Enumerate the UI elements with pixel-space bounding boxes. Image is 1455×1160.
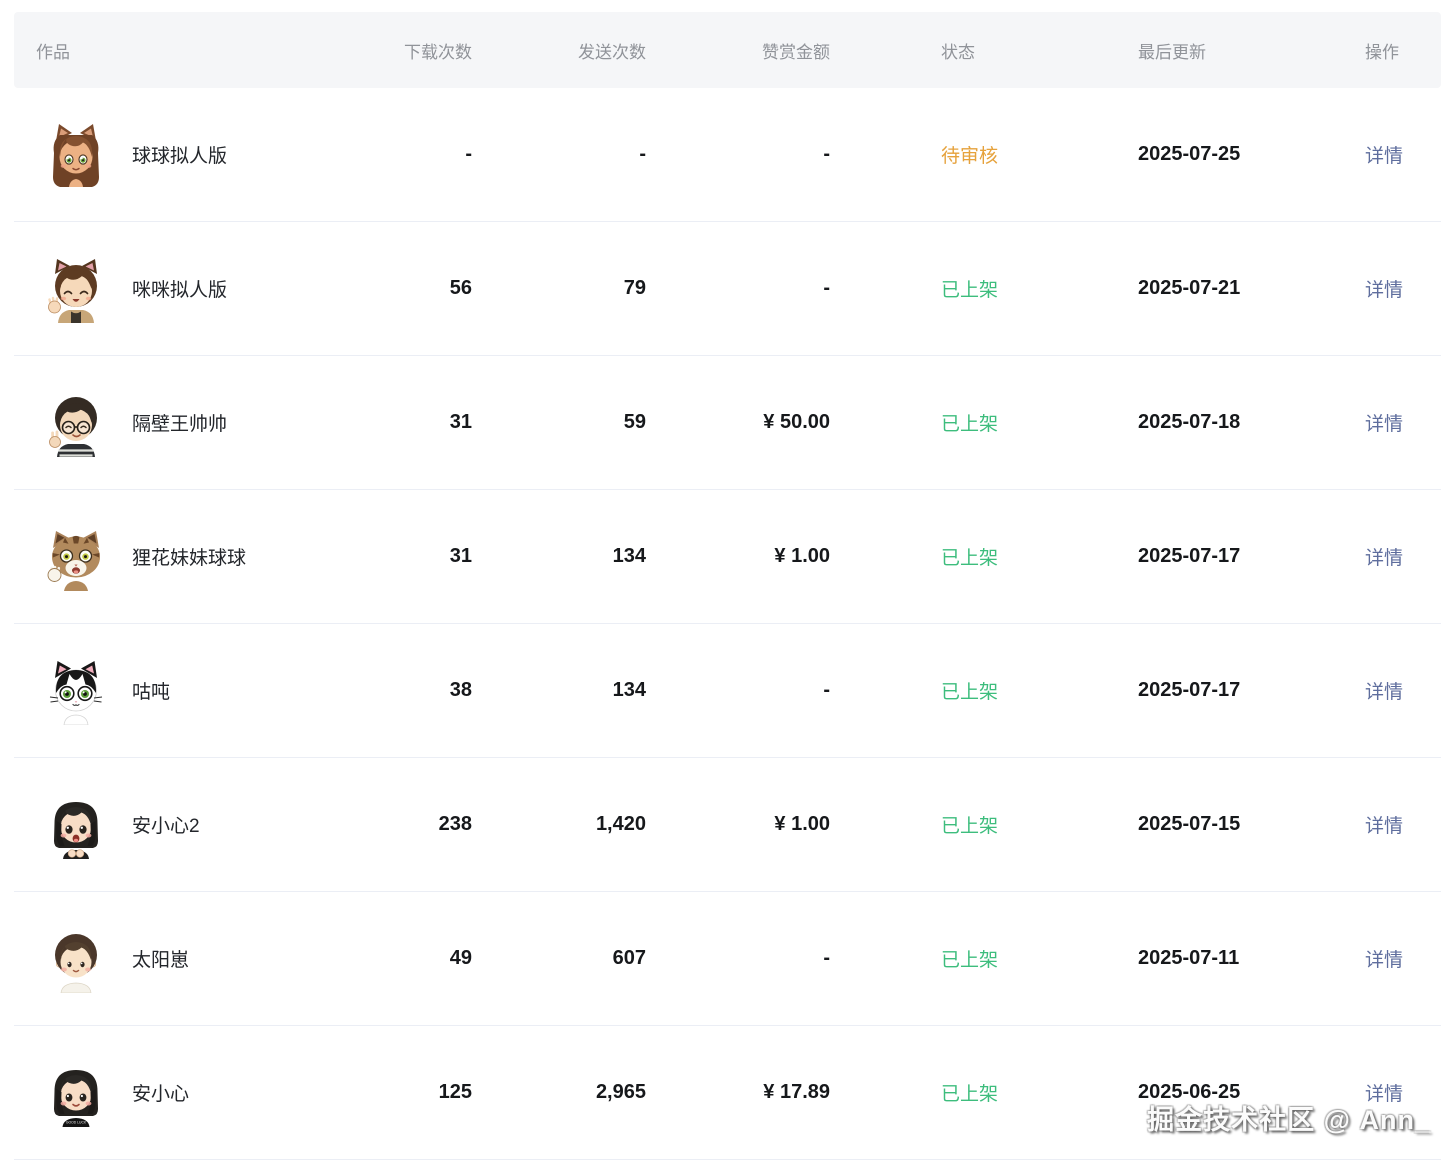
shirt-text: GOOD LUCK (66, 1120, 87, 1124)
work-name: 咕吨 (132, 677, 170, 704)
tabby-cat-avatar (42, 523, 110, 591)
amount-cell: - (650, 947, 834, 970)
status-badge: 已上架 (834, 811, 1033, 838)
col-header-sends: 发送次数 (476, 38, 650, 63)
work-cell: GOOD LUCK 安小心 (14, 1059, 364, 1127)
cat-boy-waving-avatar (42, 255, 110, 323)
bob-girl-excited-avatar (42, 791, 110, 859)
work-cell: 狸花妹妹球球 (14, 523, 364, 591)
sends-cell: 134 (476, 679, 650, 702)
downloads-cell: 31 (364, 545, 476, 568)
downloads-cell: 49 (364, 947, 476, 970)
amount-cell: - (650, 277, 834, 300)
table-row: 球球拟人版 - - - 待审核 2025-07-25 详情 (14, 88, 1441, 222)
amount-cell: ¥ 1.00 (650, 545, 834, 568)
amount-cell: ¥ 17.89 (650, 1081, 834, 1104)
updated-cell: 2025-07-21 (1033, 277, 1259, 300)
detail-link[interactable]: 详情 (1365, 146, 1403, 167)
detail-link[interactable]: 详情 (1365, 548, 1403, 569)
downloads-cell: 56 (364, 277, 476, 300)
amount-cell: - (650, 679, 834, 702)
tuxedo-cat-avatar (42, 657, 110, 725)
work-cell: 咕吨 (14, 657, 364, 725)
updated-cell: 2025-07-18 (1033, 411, 1259, 434)
table-row: 咪咪拟人版 56 79 - 已上架 2025-07-21 详情 (14, 222, 1441, 356)
detail-link[interactable]: 详情 (1365, 816, 1403, 837)
sends-cell: - (476, 143, 650, 166)
table-row: 隔壁王帅帅 31 59 ¥ 50.00 已上架 2025-07-18 详情 (14, 356, 1441, 490)
updated-cell: 2025-07-17 (1033, 679, 1259, 702)
downloads-cell: 38 (364, 679, 476, 702)
work-name: 安小心 (132, 1079, 189, 1106)
col-header-updated: 最后更新 (1033, 38, 1259, 63)
status-badge: 已上架 (834, 677, 1033, 704)
work-name: 安小心2 (132, 811, 200, 838)
work-name: 狸花妹妹球球 (132, 543, 246, 570)
detail-link[interactable]: 详情 (1365, 682, 1403, 703)
downloads-cell: 31 (364, 411, 476, 434)
col-header-amount: 赞赏金额 (650, 38, 834, 63)
glasses-boy-peace-avatar (42, 389, 110, 457)
work-cell: 咪咪拟人版 (14, 255, 364, 323)
updated-cell: 2025-07-17 (1033, 545, 1259, 568)
col-header-status: 状态 (834, 38, 1033, 63)
status-badge: 已上架 (834, 275, 1033, 302)
updated-cell: 2025-07-25 (1033, 143, 1259, 166)
table-row: 咕吨 38 134 - 已上架 2025-07-17 详情 (14, 624, 1441, 758)
cat-girl-avatar (42, 121, 110, 189)
col-header-downloads: 下载次数 (364, 38, 476, 63)
table-row: 太阳崽 49 607 - 已上架 2025-07-11 详情 (14, 892, 1441, 1026)
downloads-cell: - (364, 143, 476, 166)
work-cell: 隔壁王帅帅 (14, 389, 364, 457)
table-header: 作品 下载次数 发送次数 赞赏金额 状态 最后更新 操作 (14, 12, 1441, 88)
sends-cell: 607 (476, 947, 650, 970)
detail-link[interactable]: 详情 (1365, 950, 1403, 971)
watermark: 掘金技术社区 @ Ann_ (1147, 1098, 1431, 1137)
amount-cell: - (650, 143, 834, 166)
status-badge: 已上架 (834, 945, 1033, 972)
brown-hair-boy-avatar (42, 925, 110, 993)
col-header-work: 作品 (14, 38, 364, 63)
amount-cell: ¥ 1.00 (650, 813, 834, 836)
amount-cell: ¥ 50.00 (650, 411, 834, 434)
detail-link[interactable]: 详情 (1365, 280, 1403, 301)
work-name: 隔壁王帅帅 (132, 409, 227, 436)
table-row: 安小心2 238 1,420 ¥ 1.00 已上架 2025-07-15 详情 (14, 758, 1441, 892)
downloads-cell: 238 (364, 813, 476, 836)
detail-link[interactable]: 详情 (1365, 414, 1403, 435)
updated-cell: 2025-07-15 (1033, 813, 1259, 836)
table-row: 狸花妹妹球球 31 134 ¥ 1.00 已上架 2025-07-17 详情 (14, 490, 1441, 624)
downloads-cell: 125 (364, 1081, 476, 1104)
work-name: 球球拟人版 (132, 141, 227, 168)
work-name: 太阳崽 (132, 945, 189, 972)
col-header-actions: 操作 (1259, 38, 1441, 63)
works-table: 作品 下载次数 发送次数 赞赏金额 状态 最后更新 操作 (14, 12, 1441, 1160)
bob-girl-goodluck-avatar: GOOD LUCK (42, 1059, 110, 1127)
status-badge: 已上架 (834, 1079, 1033, 1106)
status-badge: 已上架 (834, 409, 1033, 436)
sends-cell: 79 (476, 277, 650, 300)
status-badge: 已上架 (834, 543, 1033, 570)
work-cell: 太阳崽 (14, 925, 364, 993)
sends-cell: 134 (476, 545, 650, 568)
status-badge: 待审核 (834, 141, 1033, 168)
sends-cell: 2,965 (476, 1081, 650, 1104)
sends-cell: 1,420 (476, 813, 650, 836)
work-cell: 球球拟人版 (14, 121, 364, 189)
table-row: GOOD LUCK 安小心 125 2,965 ¥ 17.89 已上架 2025… (14, 1026, 1441, 1160)
updated-cell: 2025-07-11 (1033, 947, 1259, 970)
work-name: 咪咪拟人版 (132, 275, 227, 302)
sends-cell: 59 (476, 411, 650, 434)
work-cell: 安小心2 (14, 791, 364, 859)
